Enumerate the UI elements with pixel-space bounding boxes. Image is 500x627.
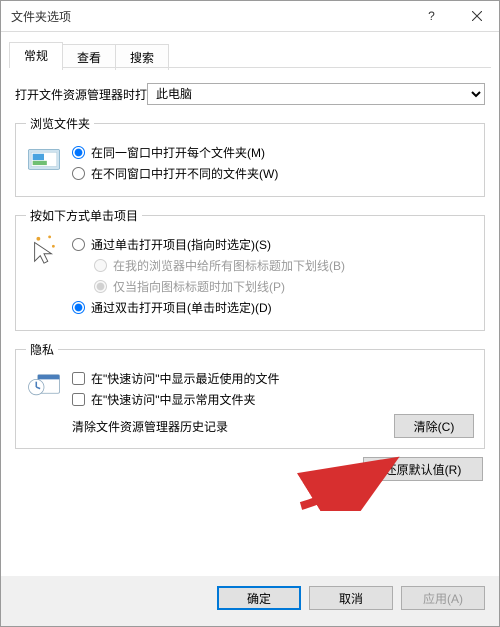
- radio-double-click[interactable]: 通过双击打开项目(单击时选定)(D): [72, 299, 474, 316]
- radio-single-click[interactable]: 通过单击打开项目(指向时选定)(S): [72, 236, 474, 253]
- check-recent-files[interactable]: 在"快速访问"中显示最近使用的文件: [72, 370, 474, 387]
- group-privacy: 隐私 在"快速访问"中显示最近使用的文件: [15, 341, 485, 449]
- radio-single-click-input[interactable]: [72, 238, 85, 251]
- close-icon: [472, 11, 482, 21]
- radio-underline-point: 仅当指向图标标题时加下划线(P): [94, 278, 474, 295]
- group-browse-legend: 浏览文件夹: [26, 115, 94, 132]
- group-privacy-legend: 隐私: [26, 341, 58, 358]
- clock-calendar-icon: [27, 369, 61, 399]
- radio-underline-browser-input: [94, 259, 107, 272]
- radio-underline-point-label: 仅当指向图标标题时加下划线(P): [113, 278, 285, 295]
- check-frequent-folders-input[interactable]: [72, 393, 85, 406]
- group-browse-folders: 浏览文件夹 在同一窗口中打开每个文件夹(M): [15, 115, 485, 197]
- check-recent-files-input[interactable]: [72, 372, 85, 385]
- folder-icon: [27, 145, 61, 171]
- titlebar: 文件夹选项 ?: [1, 1, 499, 32]
- radio-underline-browser-label: 在我的浏览器中给所有图标标题加下划线(B): [113, 257, 345, 274]
- radio-new-window-label: 在不同窗口中打开不同的文件夹(W): [91, 165, 278, 182]
- clear-history-label: 清除文件资源管理器历史记录: [72, 418, 228, 435]
- cursor-icon: [29, 233, 59, 267]
- apply-button[interactable]: 应用(A): [401, 586, 485, 610]
- tabstrip-underline: [9, 67, 491, 68]
- radio-double-click-input[interactable]: [72, 301, 85, 314]
- close-button[interactable]: [454, 1, 499, 31]
- privacy-icon: [26, 366, 62, 402]
- clear-history-button[interactable]: 清除(C): [394, 414, 474, 438]
- check-frequent-folders[interactable]: 在"快速访问"中显示常用文件夹: [72, 391, 474, 408]
- cancel-button[interactable]: 取消: [309, 586, 393, 610]
- open-explorer-select[interactable]: 此电脑: [147, 83, 485, 105]
- radio-underline-browser: 在我的浏览器中给所有图标标题加下划线(B): [94, 257, 474, 274]
- help-icon: ?: [428, 9, 435, 23]
- tabstrip: 常规 查看 搜索: [1, 32, 499, 68]
- click-items-icon: [26, 232, 62, 268]
- radio-same-window[interactable]: 在同一窗口中打开每个文件夹(M): [72, 144, 474, 161]
- radio-new-window-input[interactable]: [72, 167, 85, 180]
- restore-defaults-row: 还原默认值(R): [15, 457, 485, 481]
- radio-same-window-label: 在同一窗口中打开每个文件夹(M): [91, 144, 265, 161]
- restore-defaults-button[interactable]: 还原默认值(R): [363, 457, 483, 481]
- group-click-items: 按如下方式单击项目 通过单击打开项目(指向时选定)(S): [15, 207, 485, 331]
- radio-underline-point-input: [94, 280, 107, 293]
- browse-folders-icon: [26, 140, 62, 176]
- clear-history-row: 清除文件资源管理器历史记录 清除(C): [72, 414, 474, 438]
- tab-content: 打开文件资源管理器时打 此电脑 浏览文件夹: [1, 69, 499, 576]
- window-controls: ?: [409, 1, 499, 31]
- open-explorer-row: 打开文件资源管理器时打 此电脑: [15, 83, 485, 105]
- open-explorer-label: 打开文件资源管理器时打: [15, 86, 147, 103]
- check-recent-files-label: 在"快速访问"中显示最近使用的文件: [91, 370, 280, 387]
- tab-general[interactable]: 常规: [9, 42, 63, 68]
- ok-button[interactable]: 确定: [217, 586, 301, 610]
- help-button[interactable]: ?: [409, 1, 454, 31]
- radio-new-window[interactable]: 在不同窗口中打开不同的文件夹(W): [72, 165, 474, 182]
- check-frequent-folders-label: 在"快速访问"中显示常用文件夹: [91, 391, 256, 408]
- radio-single-click-label: 通过单击打开项目(指向时选定)(S): [91, 236, 271, 253]
- window-title: 文件夹选项: [11, 8, 71, 25]
- folder-options-dialog: 文件夹选项 ? 常规 查看 搜索 打开文件资源管理器时打 此电脑 浏览文件夹: [0, 0, 500, 627]
- radio-same-window-input[interactable]: [72, 146, 85, 159]
- radio-double-click-label: 通过双击打开项目(单击时选定)(D): [91, 299, 272, 316]
- group-click-legend: 按如下方式单击项目: [26, 207, 142, 224]
- dialog-footer: 确定 取消 应用(A): [1, 576, 499, 626]
